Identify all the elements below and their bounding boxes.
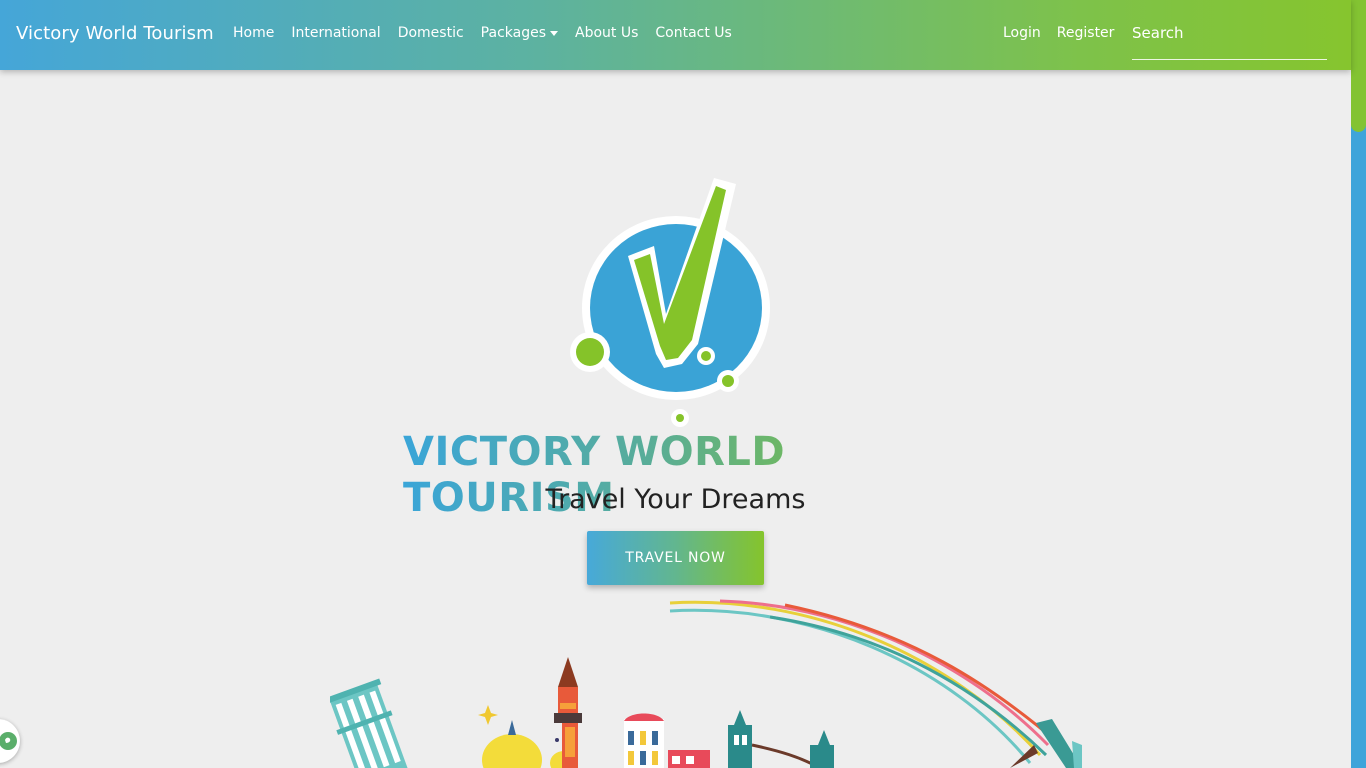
chat-button[interactable] <box>0 719 20 763</box>
nav-international[interactable]: International <box>291 25 380 41</box>
top-navbar: Victory World Tourism Home International… <box>0 0 1351 70</box>
nav-domestic[interactable]: Domestic <box>398 25 464 41</box>
nav-packages-label: Packages <box>480 25 546 41</box>
nav-about-us[interactable]: About Us <box>575 25 638 41</box>
search-input[interactable] <box>1132 18 1327 60</box>
travel-now-button[interactable]: TRAVEL NOW <box>587 531 764 585</box>
logo-check-icon <box>570 178 770 427</box>
chat-icon <box>0 732 17 750</box>
account-nav: Login Register <box>1003 25 1130 41</box>
caret-down-icon <box>550 30 558 36</box>
hero-subtitle: Travel Your Dreams <box>545 484 806 515</box>
nav-register[interactable]: Register <box>1057 25 1115 41</box>
brand-link[interactable]: Victory World Tourism <box>16 23 214 44</box>
nav-home[interactable]: Home <box>233 25 274 41</box>
nav-login[interactable]: Login <box>1003 25 1041 41</box>
nav-contact-us[interactable]: Contact Us <box>655 25 731 41</box>
world-landmarks-illustration <box>330 599 1082 768</box>
main-nav: Home International Domestic Packages Abo… <box>233 25 749 41</box>
nav-packages-dropdown[interactable]: Packages <box>481 25 558 41</box>
scrollbar-thumb[interactable] <box>1351 0 1366 132</box>
